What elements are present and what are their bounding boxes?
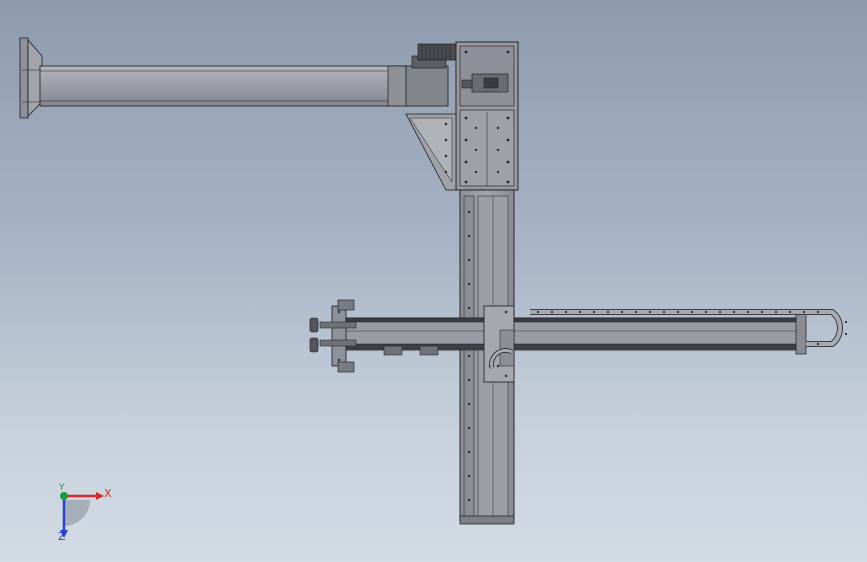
upper-cantilever-beam[interactable] — [19, 37, 409, 119]
gusset-bracket — [405, 113, 457, 191]
lower-horizontal-arm[interactable] — [343, 313, 807, 356]
upper-motor[interactable] — [405, 43, 457, 107]
reference-triad — [60, 492, 104, 538]
cad-model-view[interactable] — [0, 0, 867, 562]
upper-carriage-plate[interactable] — [455, 41, 519, 191]
triad-x-label: X — [104, 487, 112, 500]
lower-carriage[interactable] — [483, 305, 515, 383]
graphics-viewport[interactable]: X Y Z — [0, 0, 867, 562]
triad-y-label: Y — [59, 483, 65, 493]
triad-z-label: Z — [58, 530, 66, 543]
